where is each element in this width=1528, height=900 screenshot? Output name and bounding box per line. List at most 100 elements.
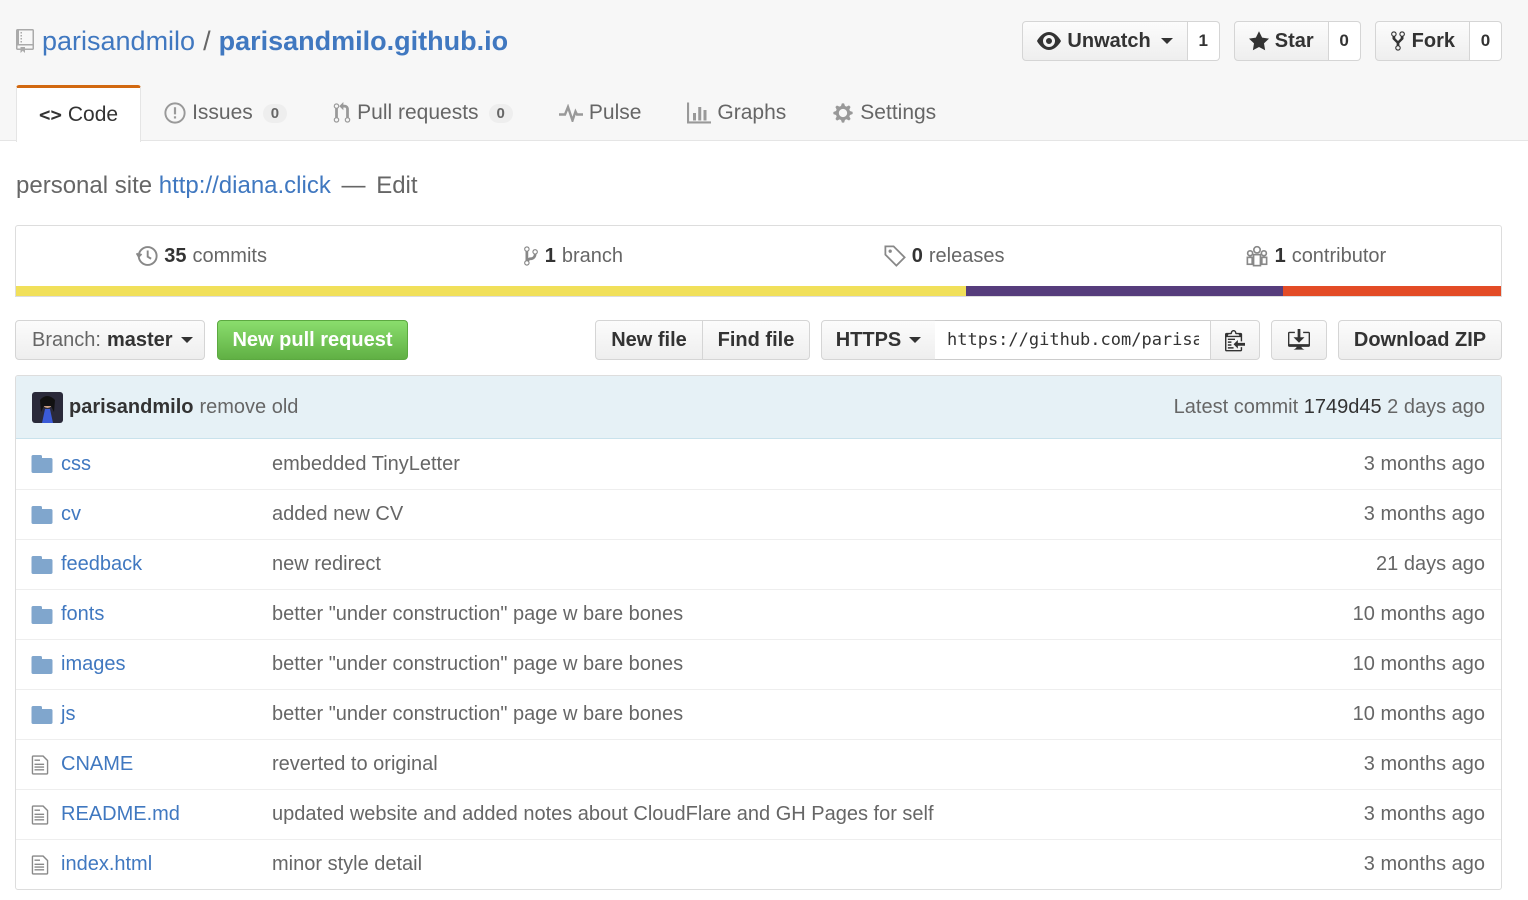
latest-commit-info: Latest commit 1749d45 2 days ago	[1174, 396, 1485, 419]
table-row: CNAME reverted to original 3 months ago	[16, 739, 1501, 789]
commit-author-link[interactable]: parisandmilo	[69, 396, 193, 419]
file-name-link[interactable]: js	[61, 703, 75, 726]
branches-link[interactable]: 1 branch	[387, 226, 758, 286]
tab-pulse[interactable]: Pulse	[536, 85, 665, 141]
watchers-count[interactable]: 1	[1187, 21, 1220, 61]
releases-link[interactable]: 0 releases	[759, 226, 1130, 286]
star-label: Star	[1274, 29, 1314, 52]
language-segment[interactable]	[966, 286, 1283, 296]
file-icon	[31, 754, 53, 775]
unwatch-label: Unwatch	[1067, 29, 1151, 52]
tab-graphs[interactable]: Graphs	[664, 85, 809, 141]
clone-protocol-label: HTTPS	[835, 328, 902, 351]
file-name-link[interactable]: README.md	[61, 803, 180, 826]
file-name-link[interactable]: index.html	[61, 853, 152, 876]
file-name-link[interactable]: css	[61, 453, 91, 476]
fork-label: Fork	[1411, 29, 1455, 52]
file-commit-message-link[interactable]: better "under construction" page w bare …	[272, 653, 683, 676]
branches-label: branch	[561, 244, 624, 267]
file-name-link[interactable]: fonts	[61, 603, 104, 626]
gear-icon	[833, 103, 853, 123]
commits-count: 35	[164, 244, 187, 267]
graph-icon	[687, 102, 712, 124]
copy-to-clipboard-button[interactable]	[1210, 320, 1260, 360]
file-name-link[interactable]: CNAME	[61, 753, 133, 776]
commits-link[interactable]: 35 commits	[16, 226, 387, 286]
star-button[interactable]: Star	[1233, 21, 1329, 61]
commit-sha-link[interactable]: 1749d45	[1304, 396, 1382, 418]
file-age: 3 months ago	[1363, 753, 1485, 775]
latest-commit-label: Latest commit	[1173, 395, 1299, 418]
fork-button[interactable]: Fork	[1374, 21, 1470, 61]
file-commit-message-link[interactable]: added new CV	[272, 503, 403, 526]
pull-request-icon	[333, 102, 351, 123]
file-age: 21 days ago	[1376, 553, 1485, 575]
folder-icon	[31, 506, 53, 526]
repo-actions: Unwatch 1 Star 0 Fork 0	[1022, 21, 1502, 61]
file-name-link[interactable]: cv	[61, 503, 81, 526]
tab-pull-requests-label: Pull requests	[357, 101, 479, 124]
language-bar[interactable]	[16, 286, 1501, 296]
unwatch-button[interactable]: Unwatch	[1022, 21, 1188, 61]
contributors-count: 1	[1274, 244, 1286, 267]
table-row: cv added new CV 3 months ago	[16, 489, 1501, 539]
avatar[interactable]	[32, 391, 63, 423]
repo-summary: 35 commits 1 branch 0 releases 1 contrib…	[15, 225, 1502, 297]
file-commit-message-link[interactable]: embedded TinyLetter	[272, 453, 460, 476]
file-age: 10 months ago	[1352, 653, 1485, 675]
repo-separator: /	[203, 25, 211, 56]
file-age: 3 months ago	[1363, 853, 1485, 875]
releases-label: releases	[928, 244, 1005, 267]
tab-code[interactable]: <> Code	[16, 85, 142, 142]
download-zip-button[interactable]: Download ZIP	[1338, 320, 1502, 360]
edit-description-link[interactable]: Edit	[376, 172, 417, 199]
clone-url-input[interactable]	[935, 320, 1211, 360]
language-segment[interactable]	[16, 286, 967, 296]
language-segment[interactable]	[1282, 286, 1501, 296]
file-age: 10 months ago	[1352, 703, 1485, 725]
issues-counter: 0	[262, 103, 288, 123]
clone-protocol-button[interactable]: HTTPS	[821, 320, 936, 360]
file-commit-message-link[interactable]: new redirect	[272, 553, 381, 576]
file-list: parisandmilo remove old Latest commit 17…	[15, 375, 1502, 890]
edit-separator: —	[341, 172, 366, 199]
forks-count[interactable]: 0	[1470, 21, 1502, 61]
file-commit-message-link[interactable]: minor style detail	[272, 853, 422, 876]
branch-select-button[interactable]: Branch: master	[15, 320, 205, 360]
file-name-link[interactable]: feedback	[61, 553, 142, 576]
file-icon	[31, 854, 53, 875]
file-name-link[interactable]: images	[61, 653, 125, 676]
file-commit-message-link[interactable]: better "under construction" page w bare …	[272, 603, 683, 626]
new-file-button[interactable]: New file	[595, 320, 703, 360]
tab-graphs-label: Graphs	[717, 101, 787, 124]
tab-pull-requests[interactable]: Pull requests 0	[310, 85, 536, 141]
branches-count: 1	[544, 244, 556, 267]
file-commit-message-link[interactable]: updated website and added notes about Cl…	[272, 803, 934, 826]
file-age: 3 months ago	[1363, 503, 1485, 525]
file-commit-message-link[interactable]: better "under construction" page w bare …	[272, 703, 683, 726]
code-icon: <>	[39, 104, 62, 126]
find-file-button[interactable]: Find file	[702, 320, 810, 360]
tab-settings[interactable]: Settings	[809, 85, 959, 141]
table-row: images better "under construction" page …	[16, 639, 1501, 689]
table-row: css embedded TinyLetter 3 months ago	[16, 439, 1501, 489]
commit-message-link[interactable]: remove old	[199, 396, 298, 419]
repo-owner-link[interactable]: parisandmilo	[42, 26, 195, 57]
repo-header: parisandmilo / parisandmilo.github.io Un…	[0, 0, 1528, 142]
history-icon	[136, 246, 158, 266]
file-commit-message-link[interactable]: reverted to original	[272, 753, 438, 776]
homepage-link[interactable]: http://diana.click	[159, 172, 331, 199]
new-pull-request-button[interactable]: New pull request	[217, 320, 408, 360]
tab-settings-label: Settings	[860, 101, 937, 124]
stargazers-count[interactable]: 0	[1328, 21, 1361, 61]
watch-group: Unwatch 1	[1022, 21, 1220, 61]
contributors-link[interactable]: 1 contributor	[1130, 226, 1501, 286]
eye-icon	[1037, 32, 1062, 50]
repo-name-link[interactable]: parisandmilo.github.io	[219, 26, 509, 57]
file-age: 3 months ago	[1363, 803, 1485, 825]
pulse-icon	[558, 104, 583, 122]
tab-pulse-label: Pulse	[588, 101, 642, 124]
pull-requests-counter: 0	[488, 103, 513, 123]
tab-issues[interactable]: Issues 0	[141, 85, 310, 141]
open-desktop-button[interactable]	[1271, 320, 1327, 360]
